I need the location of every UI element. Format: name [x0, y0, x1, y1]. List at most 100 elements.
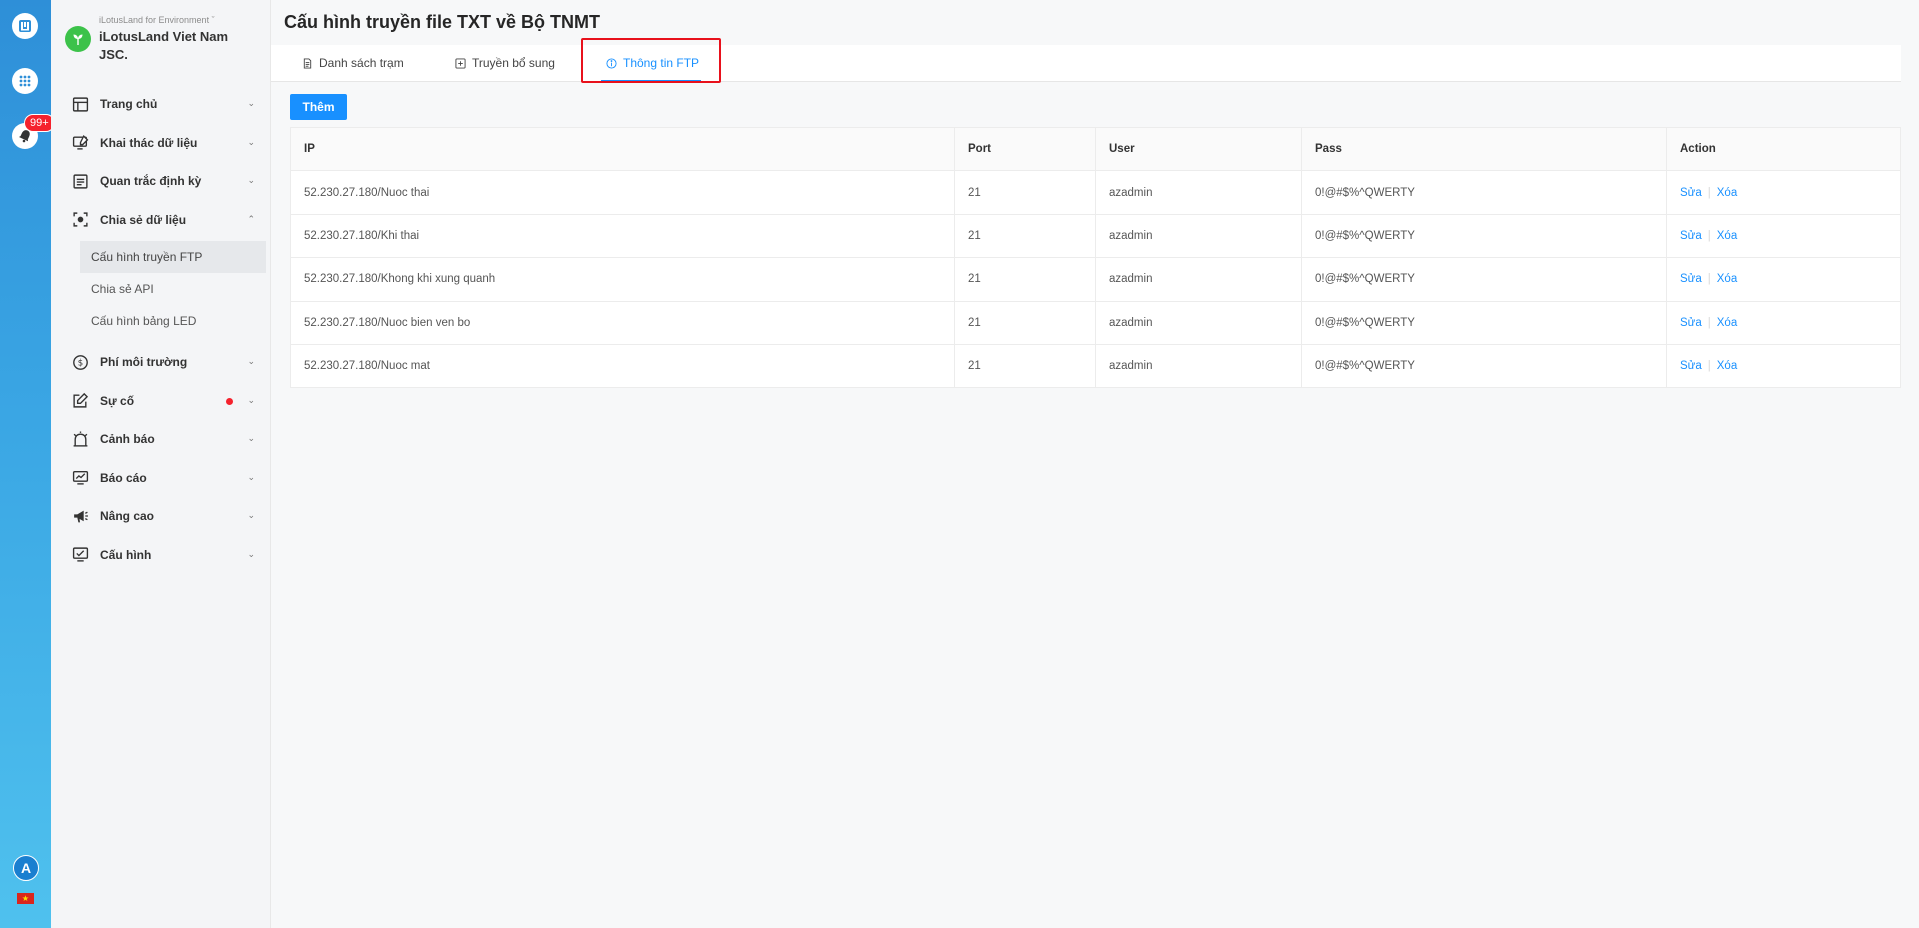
- sidebar-item-label: Trang chủ: [100, 97, 158, 112]
- submenu-item-led-config[interactable]: Cấu hình bảng LED: [80, 305, 266, 337]
- delete-link[interactable]: Xóa: [1717, 273, 1737, 285]
- sidebar-item-label: Nâng cao: [100, 509, 155, 524]
- sidebar-item-khai-thac[interactable]: Khai thác dữ liệu ⌄: [51, 124, 271, 163]
- chevron-down-icon: ⌄: [247, 548, 255, 559]
- cell-pass: 0!@#$%^QWERTY: [1301, 213, 1667, 259]
- dollar-icon: $: [71, 353, 89, 371]
- cell-ip: 52.230.27.180/Khi thai: [290, 213, 955, 259]
- column-header-port[interactable]: Port: [954, 126, 1096, 172]
- config-icon: [71, 546, 89, 564]
- cell-action: Sửa | Xóa: [1666, 300, 1901, 345]
- action-divider: |: [1707, 316, 1711, 329]
- cell-action: Sửa | Xóa: [1666, 170, 1901, 215]
- sidebar-item-label: Chia sẻ dữ liệu: [100, 212, 187, 227]
- cell-user: azadmin: [1095, 257, 1302, 302]
- plus-square-icon: [455, 57, 466, 69]
- sidebar-item-quan-trac[interactable]: Quan trắc định kỳ ⌄: [51, 162, 271, 201]
- sidebar-item-nang-cao[interactable]: Nâng cao ⌄: [51, 497, 271, 536]
- chevron-down-icon: ⌄: [247, 98, 255, 108]
- submenu-item-ftp-config[interactable]: Cấu hình truyền FTP: [80, 241, 266, 273]
- table-row: 52.230.27.180/Khi thai 21 azadmin 0!@#$%…: [290, 213, 1901, 259]
- chevron-down-icon: ⌄: [247, 136, 255, 147]
- sidebar-item-phi-moi-truong[interactable]: $ Phí môi trường ⌄: [51, 343, 271, 382]
- cell-port: 21: [954, 213, 1096, 259]
- tab-supplementary-transfer[interactable]: Truyền bổ sung: [455, 45, 555, 81]
- chevron-down-icon: ⌄: [247, 394, 255, 405]
- chevron-up-icon: ⌃: [247, 213, 255, 224]
- sidebar-item-chia-se[interactable]: Chia sẻ dữ liệu ⌃: [51, 201, 271, 240]
- table-header-row: IP Port User Pass Action: [290, 126, 1901, 172]
- column-header-user[interactable]: User: [1095, 126, 1302, 172]
- cell-user: azadmin: [1095, 300, 1302, 345]
- chevron-down-icon: ⌄: [247, 510, 255, 520]
- cell-port: 21: [954, 300, 1096, 345]
- add-button[interactable]: Thêm: [290, 94, 347, 120]
- chevron-down-icon: ⌄: [247, 175, 255, 185]
- submenu-item-api-share[interactable]: Chia sẻ API: [80, 273, 266, 305]
- share-submenu: Cấu hình truyền FTP Chia sẻ API Cấu hình…: [51, 239, 271, 343]
- sidebar-item-label: Quan trắc định kỳ: [100, 174, 202, 189]
- svg-text:$: $: [77, 358, 82, 368]
- delete-link[interactable]: Xóa: [1717, 360, 1737, 372]
- cell-port: 21: [954, 257, 1096, 302]
- language-flag-icon[interactable]: ★: [17, 893, 34, 904]
- sidebar-item-canh-bao[interactable]: Cảnh báo ⌄: [51, 420, 271, 459]
- chevron-down-icon: ⌄: [247, 471, 255, 482]
- edit-link[interactable]: Sửa: [1680, 360, 1702, 372]
- cell-port: 21: [954, 343, 1096, 389]
- column-header-action: Action: [1666, 126, 1901, 172]
- main-content: Cấu hình truyền file TXT về Bộ TNMT Danh…: [271, 0, 1919, 928]
- delete-link[interactable]: Xóa: [1717, 187, 1737, 199]
- sidebar-item-bao-cao[interactable]: Báo cáo ⌄: [51, 459, 271, 498]
- cell-action: Sửa | Xóa: [1666, 213, 1901, 259]
- column-header-pass[interactable]: Pass: [1301, 126, 1667, 172]
- edit-link[interactable]: Sửa: [1680, 187, 1702, 199]
- apps-grid-icon[interactable]: [12, 68, 38, 94]
- cell-user: azadmin: [1095, 170, 1302, 215]
- tab-label: Danh sách trạm: [319, 56, 404, 70]
- app-rail: 99+ A ★: [0, 0, 55, 928]
- edit-link[interactable]: Sửa: [1680, 317, 1702, 329]
- action-divider: |: [1707, 229, 1711, 242]
- cell-port: 21: [954, 170, 1096, 215]
- report-icon: [71, 469, 89, 487]
- sidebar-item-label: Cấu hình: [100, 547, 152, 562]
- table-row: 52.230.27.180/Nuoc mat 21 azadmin 0!@#$%…: [290, 343, 1901, 389]
- sidebar-item-trang-chu[interactable]: Trang chủ ⌄: [51, 85, 271, 124]
- edit-link[interactable]: Sửa: [1680, 273, 1702, 285]
- org-logo-icon: [65, 26, 91, 52]
- tab-label: Truyền bổ sung: [472, 56, 555, 70]
- app-logo-icon[interactable]: [12, 13, 38, 39]
- action-divider: |: [1707, 186, 1711, 199]
- cell-pass: 0!@#$%^QWERTY: [1301, 300, 1667, 345]
- delete-link[interactable]: Xóa: [1717, 230, 1737, 242]
- layout-icon: [71, 95, 89, 113]
- cell-ip: 52.230.27.180/Nuoc mat: [290, 343, 955, 389]
- column-header-ip[interactable]: IP: [290, 126, 955, 172]
- delete-link[interactable]: Xóa: [1717, 317, 1737, 329]
- tab-station-list[interactable]: Danh sách trạm: [302, 45, 404, 81]
- alert-dot: [226, 397, 233, 405]
- monitor-edit-icon: [71, 134, 89, 152]
- cell-ip: 52.230.27.180/Nuoc bien ven bo: [290, 300, 955, 345]
- highlight-box: [581, 38, 721, 83]
- megaphone-icon: [71, 507, 89, 525]
- sidebar-menu: Trang chủ ⌄ Khai thác dữ liệu ⌄ Quan trắ…: [51, 85, 271, 574]
- sidebar: iLotusLand for Environment ˇ iLotusLand …: [51, 0, 271, 928]
- edit-icon: [71, 392, 89, 410]
- org-switcher[interactable]: iLotusLand for Environment ˇ iLotusLand …: [63, 12, 268, 68]
- table-row: 52.230.27.180/Khong khi xung quanh 21 az…: [290, 257, 1901, 302]
- edit-link[interactable]: Sửa: [1680, 230, 1702, 242]
- sidebar-item-cau-hinh[interactable]: Cấu hình ⌄: [51, 536, 271, 575]
- document-icon: [303, 57, 312, 69]
- cell-pass: 0!@#$%^QWERTY: [1301, 170, 1667, 215]
- table-row: 52.230.27.180/Nuoc bien ven bo 21 azadmi…: [290, 300, 1901, 345]
- sidebar-item-label: Báo cáo: [100, 470, 147, 485]
- sidebar-item-su-co[interactable]: Sự cố ⌄: [51, 382, 271, 421]
- user-avatar[interactable]: A: [13, 855, 39, 881]
- table-row: 52.230.27.180/Nuoc thai 21 azadmin 0!@#$…: [290, 170, 1901, 215]
- cell-pass: 0!@#$%^QWERTY: [1301, 343, 1667, 389]
- ftp-table: IP Port User Pass Action 52.230.27.180/N…: [290, 126, 1901, 389]
- cell-action: Sửa | Xóa: [1666, 343, 1901, 389]
- cell-user: azadmin: [1095, 213, 1302, 259]
